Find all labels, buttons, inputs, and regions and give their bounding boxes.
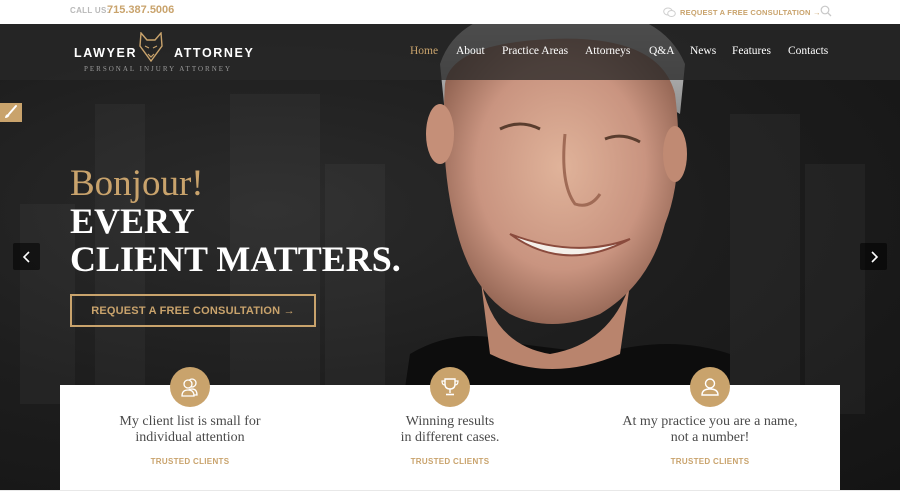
feature-icon-circle [430,367,470,407]
chevron-right-icon [870,250,878,263]
slider-prev-button[interactable] [13,243,40,270]
user-icon [701,378,719,396]
features-strip: My client list is small for individual a… [60,367,840,490]
feature-text-line2: individual attention [135,430,245,445]
users-icon [181,378,198,397]
nav-contacts[interactable]: Contacts [788,45,828,57]
page-bottom-divider [0,490,900,501]
nav-about[interactable]: About [456,45,485,57]
nav-news[interactable]: News [690,45,716,57]
feature-tag-link[interactable]: TRUSTED CLIENTS [60,457,320,466]
hero-headline-line1: EVERY [70,201,195,241]
feature-text-line1: At my practice you are a name, [622,414,798,429]
nav-qa[interactable]: Q&A [649,45,675,57]
search-icon[interactable] [820,5,832,17]
hero-greeting: Bonjour! [70,163,204,204]
city-building [730,114,800,404]
hero-consultation-label: REQUEST A FREE CONSULTATION → [91,304,295,317]
feature-card: Winning results in different cases. TRUS… [320,367,580,490]
feature-text-line2: not a number! [670,430,750,445]
paint-brush-icon [5,105,17,118]
city-building [805,164,865,414]
hero-consultation-button[interactable]: REQUEST A FREE CONSULTATION → [70,294,316,327]
nav-practice-areas[interactable]: Practice Areas [502,45,568,57]
feature-text-line1: My client list is small for [119,414,261,429]
nav-home[interactable]: Home [410,45,438,57]
top-consultation-label: REQUEST A FREE CONSULTATION → [680,7,821,17]
feature-text-line1: Winning results [405,414,495,429]
hero-headline-line2: CLIENT MATTERS. [70,239,401,279]
feature-text: Winning results in different cases. [320,414,580,446]
call-us-label: CALL US: [70,6,110,15]
top-bar: CALL US: 715.387.5006 REQUEST A FREE CON… [0,0,900,24]
feature-card: At my practice you are a name, not a num… [580,367,840,490]
top-consultation-link[interactable]: REQUEST A FREE CONSULTATION → [663,5,821,19]
feature-tag-link[interactable]: TRUSTED CLIENTS [320,457,580,466]
trophy-icon [441,378,459,396]
nav-attorneys[interactable]: Attorneys [585,45,630,57]
feature-icon-circle [170,367,210,407]
main-nav: Home About Practice Areas Attorneys Q&A … [0,45,900,61]
logo-tagline: PERSONAL INJURY ATTORNEY [84,65,233,73]
feature-tag-link[interactable]: TRUSTED CLIENTS [580,457,840,466]
feature-text: My client list is small for individual a… [60,414,320,446]
phone-number-link[interactable]: 715.387.5006 [107,4,174,16]
city-building [20,204,75,404]
feature-text-line2: in different cases. [400,430,500,445]
customizer-button[interactable] [0,103,22,122]
feature-text: At my practice you are a name, not a num… [580,414,840,446]
chevron-left-icon [22,250,30,263]
nav-features[interactable]: Features [732,45,771,57]
chat-bubble-icon [663,7,676,17]
main-header: LAWYER ATTORNEY PERSONAL INJURY ATTORNEY… [0,24,900,80]
feature-card: My client list is small for individual a… [60,367,320,490]
slider-next-button[interactable] [860,243,887,270]
city-building [325,164,385,404]
feature-icon-circle [690,367,730,407]
hero-headline: EVERY CLIENT MATTERS. [70,202,401,278]
